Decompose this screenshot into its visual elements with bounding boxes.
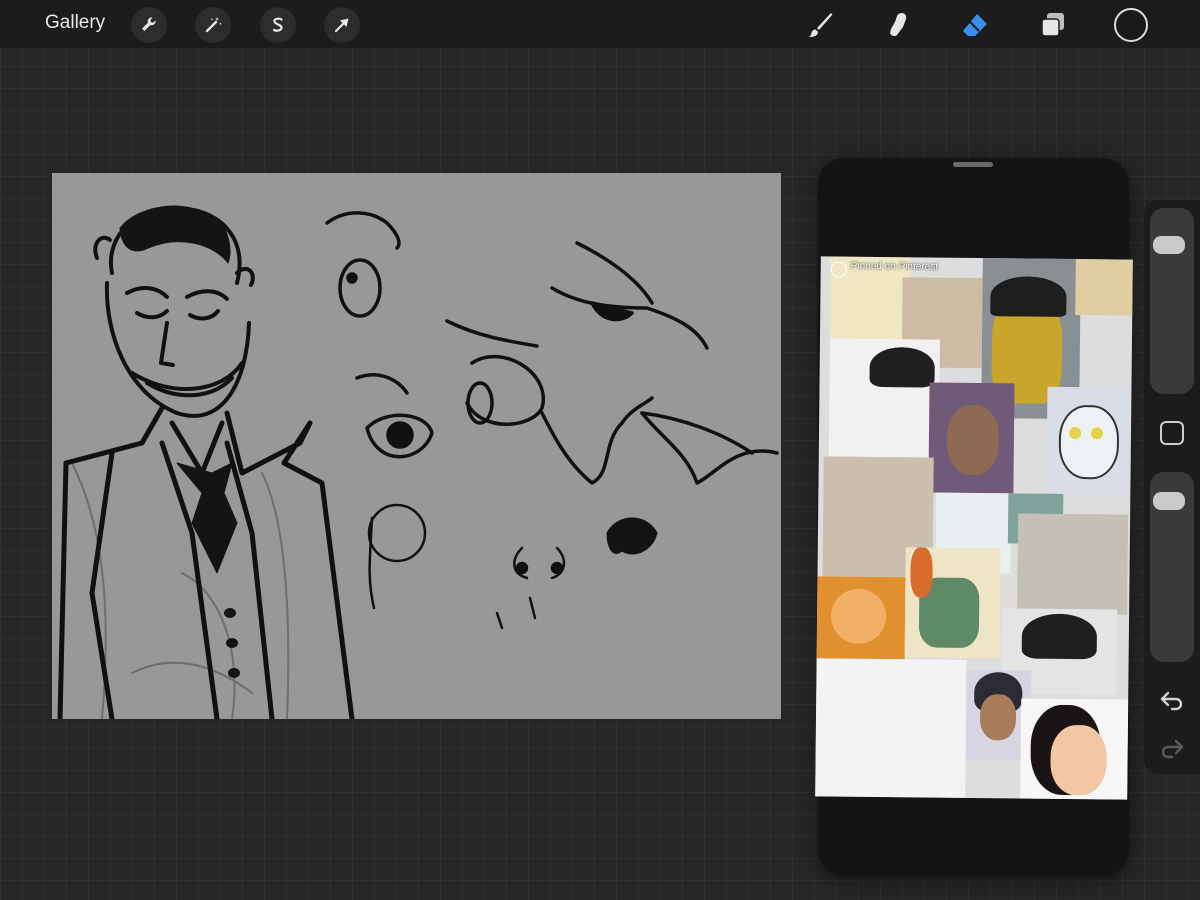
brush-tool-button[interactable]: [805, 10, 835, 40]
brush-opacity-thumb[interactable]: [1153, 492, 1185, 511]
reference-tile: [816, 576, 906, 660]
eraser-icon: [963, 14, 987, 36]
brush-size-thumb[interactable]: [1153, 236, 1185, 254]
color-picker-button[interactable]: [1114, 8, 1148, 42]
adjustments-button[interactable]: [195, 7, 231, 43]
top-toolbar: Gallery: [0, 0, 1200, 48]
transform-button[interactable]: [324, 7, 360, 43]
pinterest-label: Pinned on Pinterest: [850, 260, 939, 273]
brush-sidebar: [1144, 200, 1200, 774]
drawing-canvas[interactable]: [52, 173, 781, 719]
layers-button[interactable]: [1038, 10, 1068, 40]
brush-icon: [808, 13, 833, 38]
redo-button[interactable]: [1158, 736, 1186, 760]
pinterest-icon: [830, 261, 847, 278]
reference-tile: [1017, 513, 1129, 615]
reference-tile: [1046, 386, 1128, 496]
redo-icon: [1161, 739, 1184, 759]
reference-drag-handle[interactable]: [953, 162, 993, 167]
reference-panel: Pinned on Pinterest: [815, 158, 1133, 876]
reference-tile: [1075, 259, 1133, 316]
brush-opacity-slider[interactable]: [1150, 472, 1194, 662]
sketch-artwork: [57, 205, 779, 719]
modify-button[interactable]: [1160, 421, 1184, 445]
layers-icon: [1041, 13, 1064, 37]
smudge-tool-button[interactable]: [882, 10, 912, 40]
eraser-tool-button[interactable]: [960, 10, 990, 40]
reference-tile: [928, 382, 1015, 494]
undo-button[interactable]: [1158, 688, 1186, 712]
reference-tile: [815, 658, 967, 798]
arrow-cursor-icon: [334, 18, 349, 33]
actions-button[interactable]: [131, 7, 167, 43]
reference-tile: [904, 547, 1001, 659]
gallery-button[interactable]: Gallery: [45, 12, 105, 34]
selection-button[interactable]: [260, 7, 296, 43]
wrench-icon: [142, 17, 156, 31]
undo-icon: [1160, 691, 1183, 711]
reference-tile: [1020, 698, 1129, 800]
reference-image[interactable]: Pinned on Pinterest: [815, 256, 1133, 800]
magic-wand-icon: [205, 17, 222, 33]
smudge-finger-icon: [890, 13, 907, 37]
reference-tile: [828, 338, 940, 458]
selection-s-icon: [272, 17, 283, 32]
brush-size-slider[interactable]: [1150, 208, 1194, 394]
